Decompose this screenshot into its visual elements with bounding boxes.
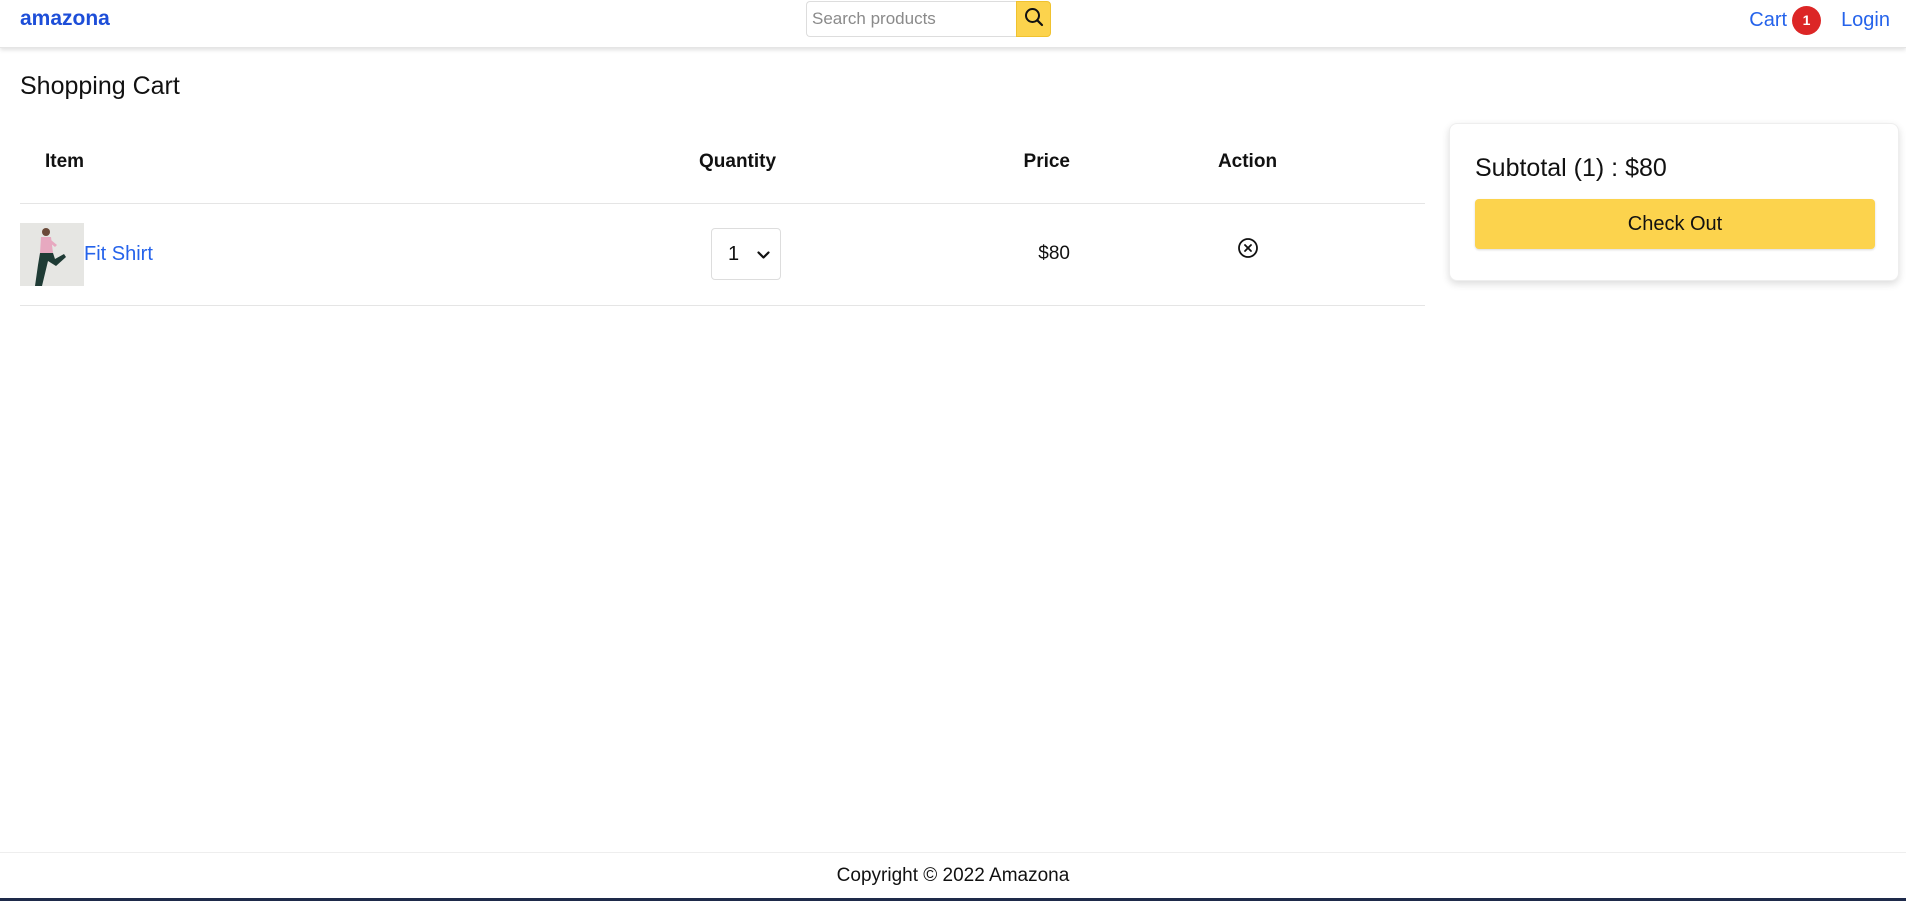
header-action: Action [1070, 122, 1425, 204]
navbar: amazona Cart 1 Login [0, 0, 1906, 48]
header-price: Price [800, 122, 1070, 204]
header-quantity-cell: Quantity [620, 122, 800, 204]
quantity-select[interactable]: 1 [711, 228, 781, 280]
price-cell: $80 [800, 203, 1070, 306]
footer: Copyright © 2022 Amazona [0, 852, 1906, 901]
login-link[interactable]: Login [1841, 9, 1890, 32]
remove-item-button[interactable] [1236, 237, 1260, 265]
chevron-down-icon [757, 243, 770, 266]
header-item: Item [20, 122, 620, 204]
order-summary-card: Subtotal (1) : $80 Check Out [1449, 123, 1899, 281]
header-quantity: Quantity [699, 151, 777, 173]
cart-link[interactable]: Cart 1 [1749, 5, 1822, 35]
cart-row: Fit Shirt 1 $80 [20, 203, 1425, 306]
cart-table: Item Quantity Price Action Fit Shirt 1 $… [20, 122, 1425, 306]
page-title: Shopping Cart [20, 72, 180, 100]
action-cell [1070, 203, 1425, 306]
item-cell: Fit Shirt [20, 203, 620, 306]
copyright-text: Copyright © 2022 Amazona [836, 864, 1070, 886]
search-input[interactable] [806, 1, 1016, 37]
search-button[interactable] [1016, 1, 1051, 37]
cart-table-header: Item Quantity Price Action [20, 122, 1425, 204]
subtotal-text: Subtotal (1) : $80 [1475, 154, 1667, 182]
checkout-button[interactable]: Check Out [1475, 199, 1875, 249]
nav-right: Cart 1 Login [1749, 5, 1890, 35]
cart-count-badge: 1 [1792, 5, 1822, 35]
search-icon [1024, 7, 1044, 32]
brand-logo-link[interactable]: amazona [20, 7, 110, 31]
item-price: $80 [1038, 243, 1070, 264]
close-circle-icon [1237, 237, 1259, 265]
product-name-link[interactable]: Fit Shirt [84, 243, 153, 266]
quantity-value: 1 [728, 242, 740, 265]
search-bar [806, 1, 1051, 37]
product-thumbnail[interactable] [20, 222, 84, 286]
cart-label: Cart [1749, 8, 1788, 31]
quantity-cell: 1 [620, 203, 800, 306]
